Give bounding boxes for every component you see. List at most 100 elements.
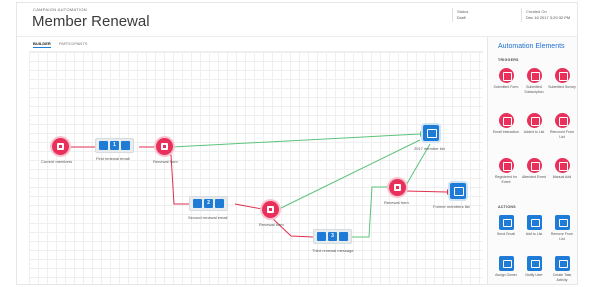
connection-lines <box>60 131 451 238</box>
breadcrumb: CAMPAIGN AUTOMATION <box>33 7 87 12</box>
trigger-attended-event[interactable]: Attended Event <box>520 158 548 180</box>
tile-label: Send Email <box>497 232 515 236</box>
email-icon <box>99 141 108 150</box>
status-field: Status Draft <box>457 9 468 21</box>
node-label: 2017 member list <box>414 146 445 151</box>
list-icon <box>57 143 64 150</box>
former-members-list-node[interactable] <box>450 183 466 199</box>
connector-form3-to-former <box>404 190 448 193</box>
trigger-email-interaction[interactable]: Email Interaction <box>492 113 520 135</box>
tile-label: Create Task Activity <box>552 273 572 282</box>
automation-elements-panel: Automation Elements TRIGGERS Submitted F… <box>487 37 577 284</box>
connector-form2-to-third <box>270 216 314 238</box>
renewal-form-node-1[interactable] <box>156 138 173 155</box>
trigger-manual-add[interactable]: Manual Add <box>548 158 576 180</box>
email-icon <box>498 113 514 128</box>
trigger-submitted-subscription[interactable]: Submitted Subscription <box>520 68 548 94</box>
tile-label: Removed From List <box>549 130 575 139</box>
first-renewal-email-node[interactable]: 1 <box>95 138 134 153</box>
event-icon <box>498 158 514 173</box>
create-task-icon <box>554 256 570 271</box>
second-renewal-email-node[interactable]: 2 <box>189 196 228 211</box>
email-icon <box>215 199 224 208</box>
panel-title: Automation Elements <box>498 43 565 50</box>
survey-icon <box>554 68 570 83</box>
builder-canvas[interactable]: Current members 1 First renewal email Re… <box>29 51 483 284</box>
actions-heading: ACTIONS <box>498 205 516 209</box>
triggers-heading: TRIGGERS <box>498 58 519 62</box>
action-create-task-activity[interactable]: Create Task Activity <box>548 256 576 282</box>
node-label: Renewal form <box>259 222 284 227</box>
trigger-added-to-list[interactable]: Added to List <box>520 113 548 135</box>
tile-label: Remove From List <box>550 232 574 241</box>
step-badge: 3 <box>328 232 337 241</box>
step-badge: 2 <box>204 199 213 208</box>
form-icon <box>267 206 274 213</box>
current-members-node[interactable] <box>52 138 69 155</box>
action-notify-user[interactable]: Notify User <box>520 256 548 278</box>
status-value: Draft <box>457 15 466 20</box>
trigger-removed-from-list[interactable]: Removed From List <box>548 113 576 139</box>
assign-owner-icon <box>498 256 514 271</box>
action-assign-owner[interactable]: Assign Owner <box>492 256 520 278</box>
form-icon <box>394 184 401 191</box>
message-icon <box>317 232 326 241</box>
connector-form-to-member-list <box>171 133 421 148</box>
header-divider <box>452 8 453 22</box>
tile-label: Added to List <box>523 130 545 134</box>
subscription-icon <box>526 68 542 83</box>
tile-label: Notify User <box>525 273 543 277</box>
email-icon <box>121 141 130 150</box>
manual-add-icon <box>554 158 570 173</box>
created-field: Created On Dec 16 2017 3:29:32 PM <box>526 9 570 21</box>
node-label: Renewal form <box>153 159 178 164</box>
third-renewal-message-node[interactable]: 3 <box>313 229 352 244</box>
step-badge: 1 <box>110 141 119 150</box>
header-divider <box>521 8 522 22</box>
tile-label: Assign Owner <box>495 273 517 277</box>
action-send-email[interactable]: Send Email <box>492 215 520 237</box>
tile-label: Add to List <box>525 232 543 236</box>
tab-participants[interactable]: PARTICIPANTS <box>59 41 87 46</box>
tile-label: Attended Event <box>522 175 546 179</box>
notify-user-icon <box>526 256 542 271</box>
message-icon <box>339 232 348 241</box>
trigger-submitted-survey[interactable]: Submitted Survey <box>548 68 576 90</box>
tab-bar: BUILDER PARTICIPANTS <box>33 41 94 48</box>
member-list-2017-node[interactable] <box>423 125 439 141</box>
form-icon <box>161 143 168 150</box>
list-add-icon <box>526 113 542 128</box>
attended-icon <box>526 158 542 173</box>
node-label: Former members list <box>433 204 470 209</box>
node-label: Second renewal email <box>188 215 228 220</box>
action-remove-from-list[interactable]: Remove From List <box>548 215 576 241</box>
created-value: Dec 16 2017 3:29:32 PM <box>526 15 571 20</box>
tile-label: Email Interaction <box>492 130 520 134</box>
app-window: CAMPAIGN AUTOMATION Member Renewal Statu… <box>16 2 578 285</box>
renewal-form-node-2[interactable] <box>262 201 279 218</box>
trigger-registered-for-event[interactable]: Registered for Event <box>492 158 520 184</box>
send-email-icon <box>498 215 514 230</box>
remove-list-icon <box>554 215 570 230</box>
node-label: Current members <box>41 159 73 164</box>
tile-label: Submitted Form <box>493 85 519 89</box>
add-list-icon <box>526 215 542 230</box>
form-icon <box>498 68 514 83</box>
tile-label: Submitted Survey <box>548 85 576 89</box>
email-icon <box>193 199 202 208</box>
page-header: CAMPAIGN AUTOMATION Member Renewal Statu… <box>17 3 577 37</box>
node-label: Third renewal message <box>312 248 354 253</box>
action-add-to-list[interactable]: Add to List <box>520 215 548 237</box>
connector-form2-to-member-list <box>278 139 421 210</box>
trigger-submitted-form[interactable]: Submitted Form <box>492 68 520 90</box>
node-label: Renewal form <box>384 200 409 205</box>
list-remove-icon <box>554 113 570 128</box>
connector-third-to-form3 <box>349 186 389 238</box>
renewal-form-node-3[interactable] <box>389 179 406 196</box>
page-title: Member Renewal <box>32 13 150 30</box>
connector-second-to-form <box>234 203 263 210</box>
tile-label: Manual Add <box>552 175 572 179</box>
tab-builder[interactable]: BUILDER <box>33 41 51 48</box>
tile-label: Submitted Subscription <box>524 85 544 94</box>
tile-label: Registered for Event <box>495 175 517 184</box>
